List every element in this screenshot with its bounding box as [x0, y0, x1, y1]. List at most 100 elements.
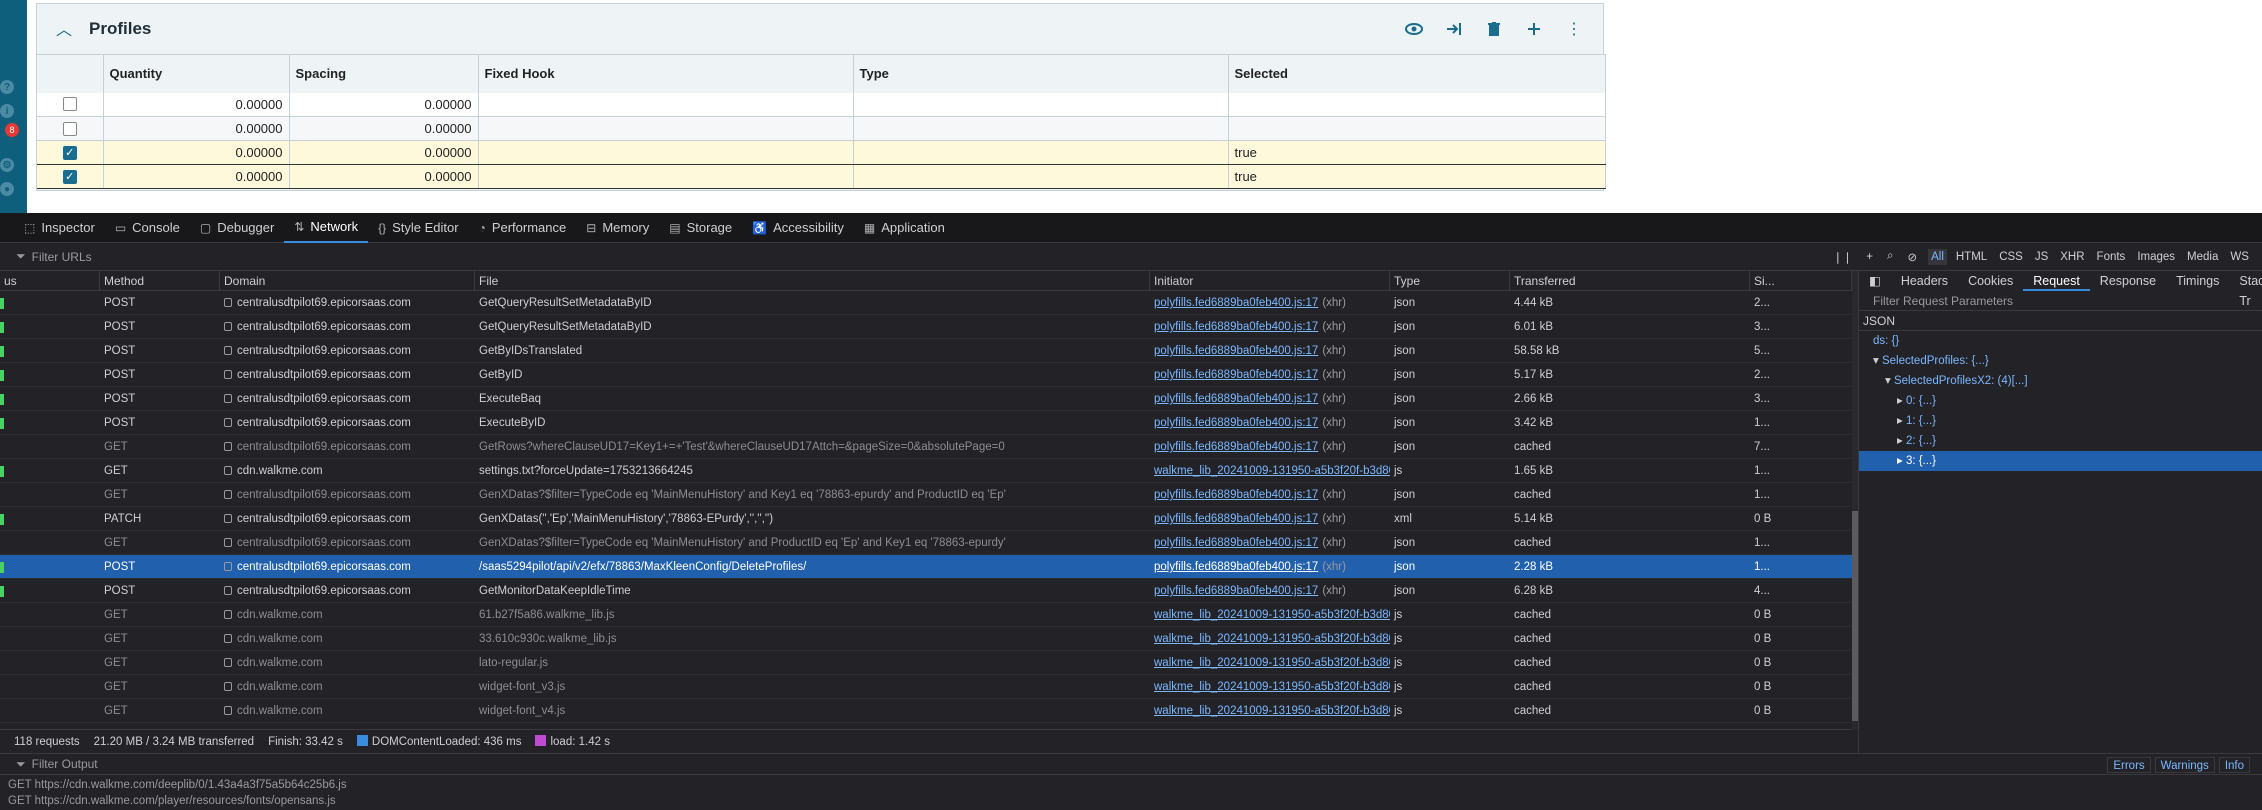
- cell-spacing[interactable]: 0.00000: [289, 116, 479, 141]
- type-filter-images[interactable]: Images: [2134, 249, 2178, 265]
- more-vertical-icon[interactable]: ⋮: [1562, 18, 1586, 40]
- request-row[interactable]: POST centralusdtpilot69.epicorsaas.com/sa…: [0, 555, 1852, 579]
- cell-type[interactable]: [853, 92, 1229, 117]
- column-header-quantity[interactable]: Quantity: [103, 54, 290, 93]
- request-row[interactable]: GET cdn.walkme.com settings.txt?forceUpdat…: [0, 459, 1852, 483]
- triangle-right-icon[interactable]: ▸: [1897, 435, 1906, 447]
- details-tab-request[interactable]: Request: [2023, 271, 2090, 291]
- type-filter-media[interactable]: Media: [2184, 249, 2221, 265]
- request-row[interactable]: PATCH centralusdtpilot69.epicorsaas.com Ge…: [0, 507, 1852, 531]
- cell-fixed-hook[interactable]: [478, 140, 854, 165]
- eye-icon[interactable]: [1402, 18, 1426, 40]
- grid-row[interactable]: 0.00000 0.00000: [37, 116, 1606, 141]
- column-header-fixed-hook[interactable]: Fixed Hook: [478, 54, 854, 93]
- request-row[interactable]: GET cdn.walkme.com 33.610c930c.walkme_lib.…: [0, 627, 1852, 651]
- filter-output-input[interactable]: Filter Output: [32, 757, 98, 771]
- initiator-link[interactable]: polyfills.fed6889ba0feb400.js:17: [1154, 297, 1318, 309]
- devtools-tab-accessibility[interactable]: ♿ Accessibility: [742, 213, 854, 243]
- cell-type[interactable]: [853, 116, 1229, 141]
- cell-fixed-hook[interactable]: [478, 164, 854, 189]
- row-select-cell[interactable]: ✓: [37, 140, 104, 165]
- initiator-link[interactable]: polyfills.fed6889ba0feb400.js:17: [1154, 345, 1318, 357]
- pause-icon[interactable]: ❘❘: [1830, 248, 1855, 266]
- search-icon[interactable]: ⌕: [1884, 248, 1896, 265]
- info-filter-button[interactable]: Info: [2218, 757, 2250, 773]
- devtools-tab-memory[interactable]: ⊟ Memory: [576, 213, 659, 243]
- initiator-link[interactable]: walkme_lib_20241009-131950-a5b3f20f-b3d8…: [1154, 609, 1390, 621]
- cell-selected[interactable]: true: [1228, 164, 1606, 189]
- column-header-method[interactable]: Method: [100, 271, 220, 291]
- chevron-up-icon[interactable]: ︿: [54, 18, 74, 39]
- triangle-down-icon[interactable]: ▾: [1885, 375, 1894, 387]
- initiator-link[interactable]: polyfills.fed6889ba0feb400.js:17: [1154, 393, 1318, 405]
- cell-spacing[interactable]: 0.00000: [289, 140, 479, 165]
- row-checkbox[interactable]: ✓: [62, 169, 77, 184]
- triangle-right-icon[interactable]: ▸: [1897, 415, 1906, 427]
- details-sidebar-icon[interactable]: ◧: [1859, 271, 1891, 291]
- json-tree-node[interactable]: ds: {}: [1859, 331, 2262, 351]
- request-row[interactable]: GET centralusdtpilot69.epicorsaas.com GenX…: [0, 483, 1852, 507]
- cell-selected[interactable]: [1228, 116, 1606, 141]
- devtools-tab-console[interactable]: ▭ Console: [105, 213, 190, 243]
- cell-quantity[interactable]: 0.00000: [103, 140, 290, 165]
- plus-icon[interactable]: [1522, 18, 1546, 40]
- details-tab-stack-tr[interactable]: Stack Tr: [2229, 271, 2262, 308]
- row-select-cell[interactable]: [37, 92, 104, 117]
- errors-filter-button[interactable]: Errors: [2107, 757, 2151, 773]
- cell-fixed-hook[interactable]: [478, 92, 854, 117]
- json-tree-node[interactable]: ▸ 0: {...}: [1859, 391, 2262, 411]
- column-header-type[interactable]: Type: [1390, 271, 1510, 291]
- row-select-cell[interactable]: ✓: [37, 164, 104, 189]
- cell-selected[interactable]: [1228, 92, 1606, 117]
- json-tree-node[interactable]: ▸ 1: {...}: [1859, 411, 2262, 431]
- console-line[interactable]: GET https://cdn.walkme.com/player/resour…: [8, 795, 336, 807]
- cell-fixed-hook[interactable]: [478, 116, 854, 141]
- initiator-link[interactable]: walkme_lib_20241009-131950-a5b3f20f-b3d8…: [1154, 681, 1390, 693]
- devtools-tab-debugger[interactable]: ▢ Debugger: [190, 213, 284, 243]
- json-tree-node[interactable]: ▸ 2: {...}: [1859, 431, 2262, 451]
- initiator-link[interactable]: walkme_lib_20241009-131950-a5b3f20f-b3d8…: [1154, 657, 1390, 669]
- warnings-filter-button[interactable]: Warnings: [2154, 757, 2215, 773]
- block-icon[interactable]: ⊘: [1904, 248, 1920, 266]
- details-tab-headers[interactable]: Headers: [1891, 271, 1958, 291]
- grid-row[interactable]: 0.00000 0.00000: [37, 92, 1606, 117]
- cell-spacing[interactable]: 0.00000: [289, 164, 479, 189]
- devtools-tab-performance[interactable]: ◔ Performance: [469, 213, 577, 243]
- initiator-link[interactable]: polyfills.fed6889ba0feb400.js:17: [1154, 321, 1318, 333]
- request-row[interactable]: POST centralusdtpilot69.epicorsaas.com Get…: [0, 579, 1852, 603]
- devtools-tab-style-editor[interactable]: {} Style Editor: [368, 213, 469, 243]
- filter-request-params-input[interactable]: Filter Request Parameters: [1859, 291, 2262, 311]
- add-icon[interactable]: +: [1863, 249, 1876, 265]
- column-header-status[interactable]: us: [0, 271, 100, 291]
- type-filter-html[interactable]: HTML: [1953, 249, 1990, 265]
- column-header-si[interactable]: Si...: [1750, 271, 1852, 291]
- initiator-link[interactable]: walkme_lib_20241009-131950-a5b3f20f-b3d8…: [1154, 705, 1390, 717]
- row-checkbox[interactable]: ✓: [62, 145, 77, 160]
- column-header-file[interactable]: File: [475, 271, 1150, 291]
- column-header-type[interactable]: Type: [853, 54, 1229, 93]
- triangle-right-icon[interactable]: ▸: [1897, 455, 1906, 467]
- column-header-spacing[interactable]: Spacing: [289, 54, 479, 93]
- type-filter-js[interactable]: JS: [2032, 249, 2051, 265]
- cell-type[interactable]: [853, 164, 1229, 189]
- json-section-label[interactable]: JSON: [1859, 311, 2262, 331]
- cell-spacing[interactable]: 0.00000: [289, 92, 479, 117]
- type-filter-xhr[interactable]: XHR: [2057, 249, 2087, 265]
- console-line[interactable]: GET https://cdn.walkme.com/deeplib/0/1.4…: [8, 779, 347, 791]
- initiator-link[interactable]: polyfills.fed6889ba0feb400.js:17: [1154, 561, 1318, 573]
- column-header-selected[interactable]: Selected: [1228, 54, 1606, 93]
- request-row[interactable]: GET cdn.walkme.com 61.b27f5a86.walkme_lib.…: [0, 603, 1852, 627]
- initiator-link[interactable]: polyfills.fed6889ba0feb400.js:17: [1154, 489, 1318, 501]
- triangle-right-icon[interactable]: ▸: [1897, 395, 1906, 407]
- devtools-tab-network[interactable]: ⇅ Network: [284, 213, 369, 243]
- triangle-down-icon[interactable]: ▾: [1873, 355, 1882, 367]
- initiator-link[interactable]: polyfills.fed6889ba0feb400.js:17: [1154, 585, 1318, 597]
- gear-icon[interactable]: ⚙: [0, 158, 14, 172]
- devtools-tab-inspector[interactable]: ⬚ Inspector: [14, 213, 105, 243]
- trash-icon[interactable]: [1482, 18, 1506, 40]
- info-icon[interactable]: i: [0, 104, 14, 118]
- request-row[interactable]: GET cdn.walkme.com lato-regular.js walkme_l…: [0, 651, 1852, 675]
- grid-row[interactable]: ✓ 0.00000 0.00000 true: [37, 164, 1606, 189]
- help-icon[interactable]: ?: [0, 80, 14, 94]
- row-checkbox[interactable]: [62, 97, 77, 112]
